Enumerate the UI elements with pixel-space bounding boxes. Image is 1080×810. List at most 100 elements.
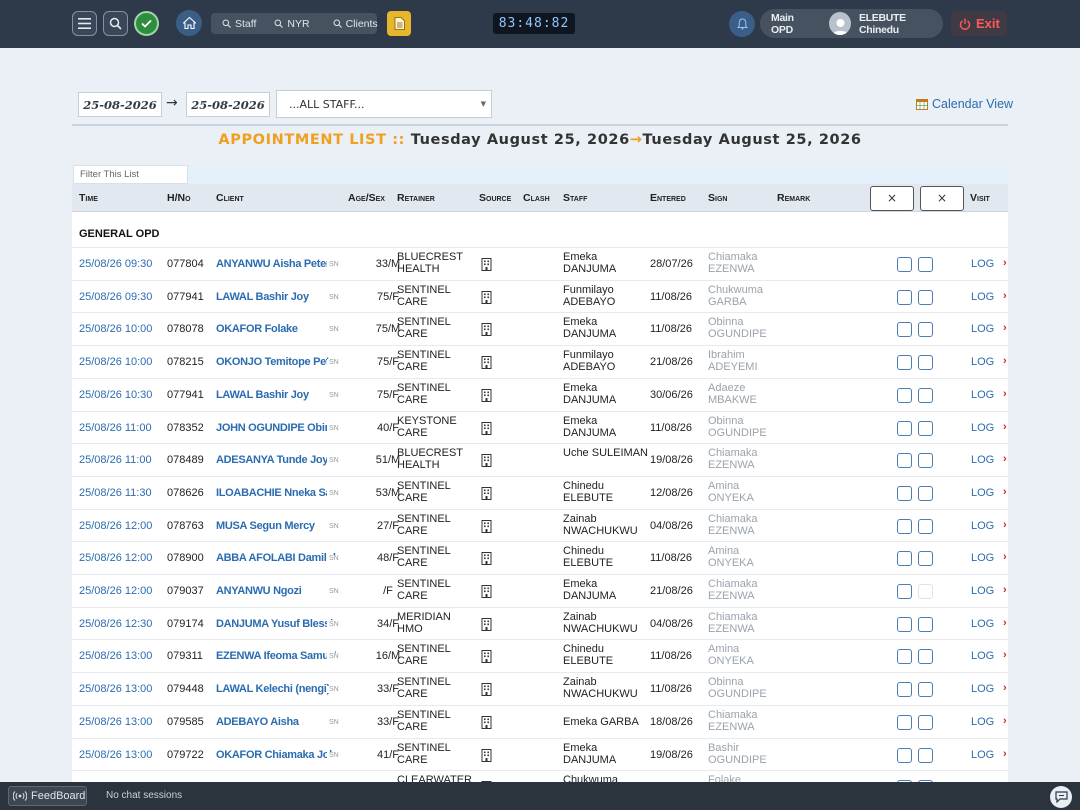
chevron-right-icon[interactable]: ›	[1003, 257, 1007, 269]
row-checkbox[interactable]	[897, 420, 912, 436]
log-link[interactable]: LOG	[971, 422, 994, 434]
row-checkbox[interactable]	[918, 551, 933, 567]
client-name-link[interactable]: ADESANYA Tunde Joy	[216, 454, 336, 466]
client-name-link[interactable]: DANJUMA Yusuf Blessing	[216, 618, 336, 630]
column-header-retainer[interactable]: Retainer	[397, 192, 435, 204]
table-row[interactable]: 25/08/26 11:30 078626 ILOABACHIE Nneka San…	[72, 475, 1008, 509]
chat-button[interactable]	[1050, 786, 1072, 808]
search-button[interactable]	[103, 11, 128, 36]
chevron-right-icon[interactable]: ›	[1003, 715, 1007, 727]
client-name-link[interactable]: LAWAL Kelechi (nengi)	[216, 683, 336, 695]
client-name-link[interactable]: ADEBAYO Aisha	[216, 716, 336, 728]
chevron-right-icon[interactable]: ›	[1003, 322, 1007, 334]
documents-button[interactable]	[387, 11, 411, 36]
row-checkbox[interactable]	[897, 518, 912, 534]
date-from-input[interactable]: 25-08-2026	[78, 92, 162, 117]
row-checkbox[interactable]	[897, 485, 912, 501]
log-link[interactable]: LOG	[971, 683, 994, 695]
client-name-link[interactable]: OKAFOR Chiamaka John	[216, 749, 336, 761]
staff-search[interactable]: Staff	[211, 18, 256, 30]
appointment-time-link[interactable]: 25/08/26 12:00	[79, 585, 152, 597]
row-checkbox[interactable]	[897, 714, 912, 730]
row-checkbox[interactable]	[918, 649, 933, 665]
appointment-time-link[interactable]: 25/08/26 10:00	[79, 323, 152, 335]
client-name-link[interactable]: LAWAL Bashir Joy	[216, 389, 336, 401]
table-row[interactable]: 25/08/26 13:00 079311 EZENWA Ifeoma Samuel…	[72, 639, 1008, 672]
log-link[interactable]: LOG	[971, 454, 994, 466]
column-header-client[interactable]: Client	[216, 192, 244, 204]
chevron-right-icon[interactable]: ›	[1003, 388, 1007, 400]
user-menu[interactable]: Main OPD ELEBUTE Chinedu	[760, 9, 943, 38]
log-link[interactable]: LOG	[971, 650, 994, 662]
client-name-link[interactable]: OKAFOR Folake	[216, 323, 336, 335]
client-name-link[interactable]: ILOABACHIE Nneka Sani	[216, 487, 336, 499]
table-row[interactable]: 25/08/26 12:00 078900 ABBA AFOLABI Damilol…	[72, 541, 1008, 574]
row-checkbox[interactable]	[897, 682, 912, 698]
table-row[interactable]: 25/08/26 12:00 079037 ANYANWU Ngozi SN/F SEN…	[72, 574, 1008, 607]
table-row[interactable]: 25/08/26 11:00 078489 ADESANYA Tunde Joy SN…	[72, 443, 1008, 476]
chevron-right-icon[interactable]: ›	[1003, 682, 1007, 694]
appointment-time-link[interactable]: 25/08/26 10:30	[79, 389, 152, 401]
home-button[interactable]	[176, 10, 202, 36]
table-row[interactable]: 25/08/26 10:00 078215 OKONJO Temitope Pete…	[72, 345, 1008, 378]
log-link[interactable]: LOG	[971, 356, 994, 368]
calendar-view-link[interactable]: Calendar View	[916, 97, 1013, 111]
client-name-link[interactable]: MUSA Segun Mercy	[216, 520, 336, 532]
client-name-link[interactable]: LAWAL Bashir Joy	[216, 291, 336, 303]
appointment-time-link[interactable]: 25/08/26 11:00	[79, 422, 152, 434]
row-checkbox[interactable]	[897, 387, 912, 403]
chevron-right-icon[interactable]: ›	[1003, 453, 1007, 465]
row-checkbox[interactable]	[897, 747, 912, 763]
column-header-time[interactable]: Time	[79, 192, 98, 204]
table-row[interactable]: 25/08/26 13:00 079585 ADEBAYO Aisha SN 33/F S…	[72, 704, 1008, 738]
log-link[interactable]: LOG	[971, 552, 994, 564]
table-row[interactable]: 25/08/26 10:00 078078 OKAFOR Folake SN 75/M S…	[72, 312, 1008, 345]
client-name-link[interactable]: EZENWA Ifeoma Samuel	[216, 650, 336, 662]
chevron-right-icon[interactable]: ›	[1003, 649, 1007, 661]
table-row[interactable]: 25/08/26 12:30 079174 DANJUMA Yusuf Blessi…	[72, 606, 1008, 640]
client-name-link[interactable]: ANYANWU Ngozi	[216, 585, 336, 597]
column-header-source[interactable]: Source	[479, 192, 511, 204]
column-header-sign[interactable]: Sign	[708, 192, 727, 204]
client-name-link[interactable]: OKONJO Temitope Peter	[216, 356, 336, 368]
filter-list-input[interactable]: Filter This List	[73, 165, 188, 184]
appointment-time-link[interactable]: 25/08/26 11:00	[79, 454, 152, 466]
log-link[interactable]: LOG	[971, 487, 994, 499]
log-link[interactable]: LOG	[971, 389, 994, 401]
log-link[interactable]: LOG	[971, 323, 994, 335]
row-checkbox[interactable]	[918, 453, 933, 469]
appointment-time-link[interactable]: 25/08/26 13:00	[79, 749, 152, 761]
row-checkbox[interactable]	[897, 289, 912, 305]
log-link[interactable]: LOG	[971, 520, 994, 532]
table-row[interactable]: 25/08/26 13:00 079722 OKAFOR Chiamaka John…	[72, 737, 1008, 771]
appointment-time-link[interactable]: 25/08/26 12:30	[79, 618, 152, 630]
appointment-time-link[interactable]: 25/08/26 10:00	[79, 356, 152, 368]
log-link[interactable]: LOG	[971, 716, 994, 728]
row-checkbox[interactable]	[897, 355, 912, 371]
log-link[interactable]: LOG	[971, 258, 994, 270]
client-name-link[interactable]: ANYANWU Aisha Peter	[216, 258, 336, 270]
table-row[interactable]: 25/08/26 12:00 078763 MUSA Segun Mercy SN 27…	[72, 508, 1008, 542]
date-to-input[interactable]: 25-08-2026	[186, 92, 270, 117]
table-row[interactable]: 25/08/26 10:30 077941 LAWAL Bashir Joy SN 75…	[72, 377, 1008, 411]
chevron-right-icon[interactable]: ›	[1003, 519, 1007, 531]
row-checkbox[interactable]	[897, 257, 912, 272]
chevron-right-icon[interactable]: ›	[1003, 551, 1007, 563]
row-checkbox[interactable]	[918, 584, 933, 599]
clear-column-button[interactable]: ×	[870, 186, 914, 211]
notifications-button[interactable]	[729, 11, 755, 37]
exit-button[interactable]: Exit	[951, 11, 1007, 36]
feedboard-button[interactable]: FeedBoard	[8, 786, 87, 806]
row-checkbox[interactable]	[897, 453, 912, 469]
column-header-remark[interactable]: Remark	[777, 192, 810, 204]
row-checkbox[interactable]	[897, 584, 912, 599]
row-checkbox[interactable]	[918, 257, 933, 272]
column-header-agesex[interactable]: Age/Sex	[348, 192, 385, 204]
chevron-right-icon[interactable]: ›	[1003, 617, 1007, 629]
client-name-link[interactable]: ABBA AFOLABI Damilola	[216, 552, 336, 564]
row-checkbox[interactable]	[918, 616, 933, 632]
row-checkbox[interactable]	[918, 747, 933, 763]
row-checkbox[interactable]	[918, 420, 933, 436]
appointment-time-link[interactable]: 25/08/26 09:30	[79, 291, 152, 303]
column-header-hno[interactable]: H/No	[167, 192, 191, 204]
